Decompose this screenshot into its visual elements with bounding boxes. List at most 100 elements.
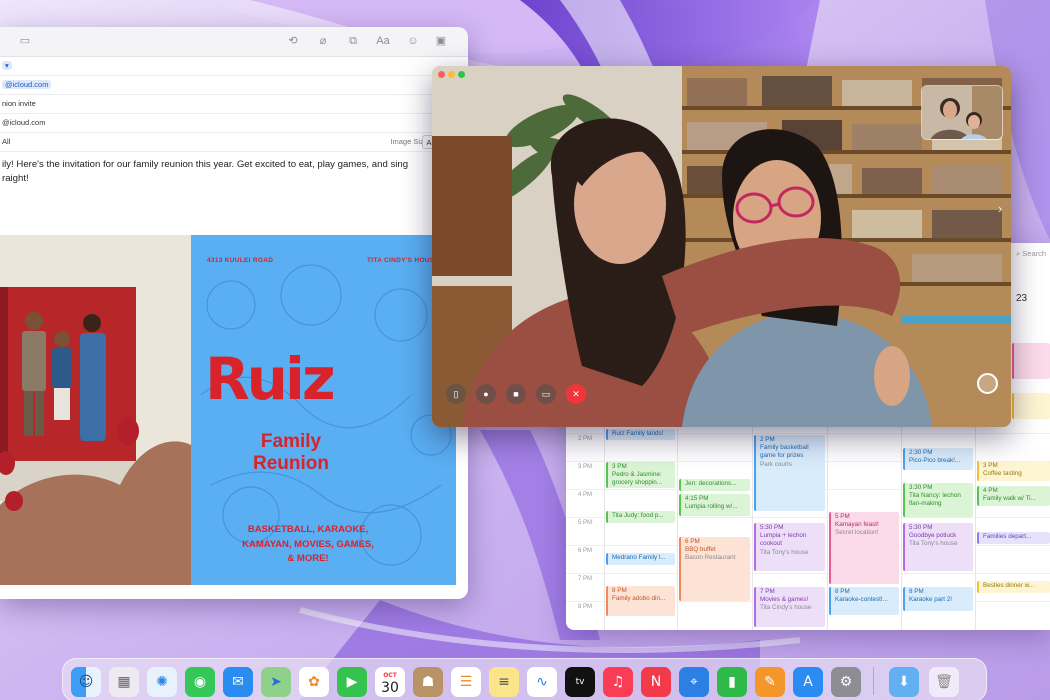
- event-title: Lumpia rolling w/...: [685, 503, 738, 511]
- header-fields-icon[interactable]: ▭: [18, 35, 32, 48]
- cc-row[interactable]: @icloud.com: [0, 114, 468, 133]
- poster-host: TITA CINDY'S HOUSE: [367, 257, 439, 264]
- photos-icon[interactable]: ✿: [299, 667, 329, 697]
- event-title: game for prizes: [760, 452, 804, 460]
- calendar-event[interactable]: 8 PM Family adobo din...: [606, 586, 675, 616]
- event-location: Tita Tony's house: [909, 540, 958, 548]
- event-title: Lumpia + lechon: [760, 532, 807, 540]
- pages-icon[interactable]: ✎: [755, 667, 785, 697]
- music-icon[interactable]: ♫: [603, 667, 633, 697]
- reunion-poster: 4313 KUULEI ROAD TITA CINDY'S HOUSE Ruiz…: [191, 235, 456, 585]
- message-body[interactable]: ily! Here's the invitation for our famil…: [0, 152, 468, 186]
- system-settings-icon[interactable]: ⚙: [831, 667, 861, 697]
- body-line-2: raight!: [2, 173, 29, 184]
- calendar-search[interactable]: ⌕ Search: [1016, 249, 1046, 259]
- launchpad-icon[interactable]: ▦: [109, 667, 139, 697]
- emoji-icon[interactable]: ☺: [406, 35, 420, 48]
- dock: ☺ ▦ ✺ ◉ ✉ ➤ ✿ ▶ OCT 30 ☗ ☰ ≡ ∿ tv ♫ N ⌖ …: [62, 658, 987, 700]
- event-time: 6 PM: [685, 538, 700, 545]
- event-time: 3 PM: [983, 462, 998, 469]
- mail-toolbar: ▭ ⟲ ⌀ ⧉ Aa ☺ ▣: [0, 27, 468, 57]
- event-title: Kamayan feast!: [835, 521, 879, 529]
- mail-icon[interactable]: ✉: [223, 667, 253, 697]
- finder-icon[interactable]: ☺: [71, 667, 101, 697]
- microphone-icon[interactable]: ●: [476, 384, 496, 404]
- attachment-icon[interactable]: ⌀: [316, 35, 330, 48]
- from-row[interactable]: ▾: [0, 57, 468, 76]
- calendar-event[interactable]: 3:30 PM Tita Nancy: lechon flan-making: [903, 483, 973, 517]
- messages-icon[interactable]: ◉: [185, 667, 215, 697]
- calendar-event[interactable]: 8 PM Karaoke part 2!: [903, 587, 973, 611]
- event-location: Secret location!: [835, 529, 879, 537]
- sidebar-icon[interactable]: ▯: [446, 384, 466, 404]
- calendar-icon[interactable]: OCT 30: [375, 667, 405, 697]
- invitation-attachment: 4313 KUULEI ROAD TITA CINDY'S HOUSE Ruiz…: [0, 235, 456, 585]
- calendar-event[interactable]: 2:30 PM Pico-Pico break!...: [903, 448, 973, 470]
- minimize-button[interactable]: [448, 71, 455, 78]
- day-column-divider: [901, 425, 902, 630]
- calendar-event[interactable]: 4 PM Family walk w/ Ti...: [977, 486, 1050, 506]
- calendar-event[interactable]: 2 PM Family basketball game for prizes P…: [754, 435, 825, 511]
- calendar-event[interactable]: Ruiz Family lands!: [606, 429, 675, 440]
- close-button[interactable]: [438, 71, 445, 78]
- freeform-icon[interactable]: ∿: [527, 667, 557, 697]
- calendar-event[interactable]: 3 PM Pedro & Jasmine: grocery shoppin...: [606, 462, 675, 488]
- calendar-event[interactable]: Families depart...: [977, 532, 1050, 544]
- to-address[interactable]: @icloud.com: [2, 80, 52, 89]
- poster-subtitle-family: Family: [260, 431, 322, 452]
- day-column-divider: [975, 425, 976, 630]
- live-photo-shutter-button[interactable]: [977, 373, 998, 394]
- app-store-icon[interactable]: A: [793, 667, 823, 697]
- screen-share-icon[interactable]: ▭: [536, 384, 556, 404]
- calendar-event[interactable]: 5:30 PM Lumpia + lechon cookout Tita Ton…: [754, 523, 825, 571]
- subject-row[interactable]: nion invite: [0, 95, 468, 114]
- to-row[interactable]: @icloud.com: [0, 76, 468, 95]
- calendar-event[interactable]: 4:15 PM Lumpia rolling w/...: [679, 494, 750, 516]
- self-view-pip[interactable]: [921, 85, 1003, 140]
- safari-icon[interactable]: ✺: [147, 667, 177, 697]
- calendar-event[interactable]: [1012, 343, 1050, 379]
- poster-activities: BASKETBALL, KARAOKE, KAMAYAN, MOVIES, GA…: [223, 523, 393, 567]
- photo-browser-icon[interactable]: ▣: [434, 35, 448, 48]
- calendar-event[interactable]: Besties dinner w...: [977, 581, 1050, 593]
- numbers-icon[interactable]: ▮: [717, 667, 747, 697]
- event-time: 2:30 PM: [909, 449, 933, 456]
- keynote-icon[interactable]: ⌖: [679, 667, 709, 697]
- end-call-button[interactable]: ✕: [566, 384, 586, 404]
- event-title: Ruiz Family lands!: [612, 430, 664, 437]
- event-title: Family adobo din...: [612, 595, 666, 603]
- calendar-event[interactable]: 5 PM Kamayan feast! Secret location!: [829, 512, 899, 584]
- facetime-icon[interactable]: ▶: [337, 667, 367, 697]
- format-icon[interactable]: Aa: [376, 35, 390, 48]
- zoom-button[interactable]: [458, 71, 465, 78]
- event-title: Goodbye potluck: [909, 532, 957, 540]
- trash-icon[interactable]: 🗑: [929, 667, 959, 697]
- event-time: 3:30 PM: [909, 484, 933, 491]
- notes-icon[interactable]: ≡: [489, 667, 519, 697]
- undo-icon[interactable]: ⟲: [286, 35, 300, 48]
- camera-icon[interactable]: ■: [506, 384, 526, 404]
- calendar-event[interactable]: 3 PM Coffee tasting: [977, 461, 1050, 481]
- calendar-event[interactable]: [1012, 393, 1050, 419]
- time-label: 8 PM: [578, 604, 593, 610]
- calendar-event[interactable]: 6 PM BBQ buffet Bacon Restaurant: [679, 537, 750, 601]
- reminders-icon[interactable]: ☰: [451, 667, 481, 697]
- family-photo: [0, 235, 191, 585]
- markup-icon[interactable]: ⧉: [346, 35, 360, 48]
- calendar-event[interactable]: 5:30 PM Goodbye potluck Tita Tony's hous…: [903, 523, 973, 571]
- calendar-event[interactable]: Jen: decorations...: [679, 479, 750, 491]
- contacts-icon[interactable]: ☗: [413, 667, 443, 697]
- chevron-right-icon[interactable]: ›: [998, 201, 1002, 216]
- calendar-event[interactable]: Medrano Family l...: [606, 553, 675, 565]
- tv-icon[interactable]: tv: [565, 667, 595, 697]
- calendar-event[interactable]: 8 PM Karaoke-contest!...: [829, 587, 899, 615]
- maps-icon[interactable]: ➤: [261, 667, 291, 697]
- downloads-folder-icon[interactable]: ⬇: [889, 667, 919, 697]
- time-label: 4 PM: [578, 492, 593, 498]
- calendar-event[interactable]: 7 PM Movies & games! Tita Cindy's house: [754, 587, 825, 627]
- calendar-event[interactable]: Tita Judy: food p...: [606, 511, 675, 523]
- poster-activities-line3: & MORE!: [287, 553, 329, 564]
- news-icon[interactable]: N: [641, 667, 671, 697]
- from-pill[interactable]: ▾: [2, 61, 12, 70]
- day-column-divider: [677, 425, 678, 630]
